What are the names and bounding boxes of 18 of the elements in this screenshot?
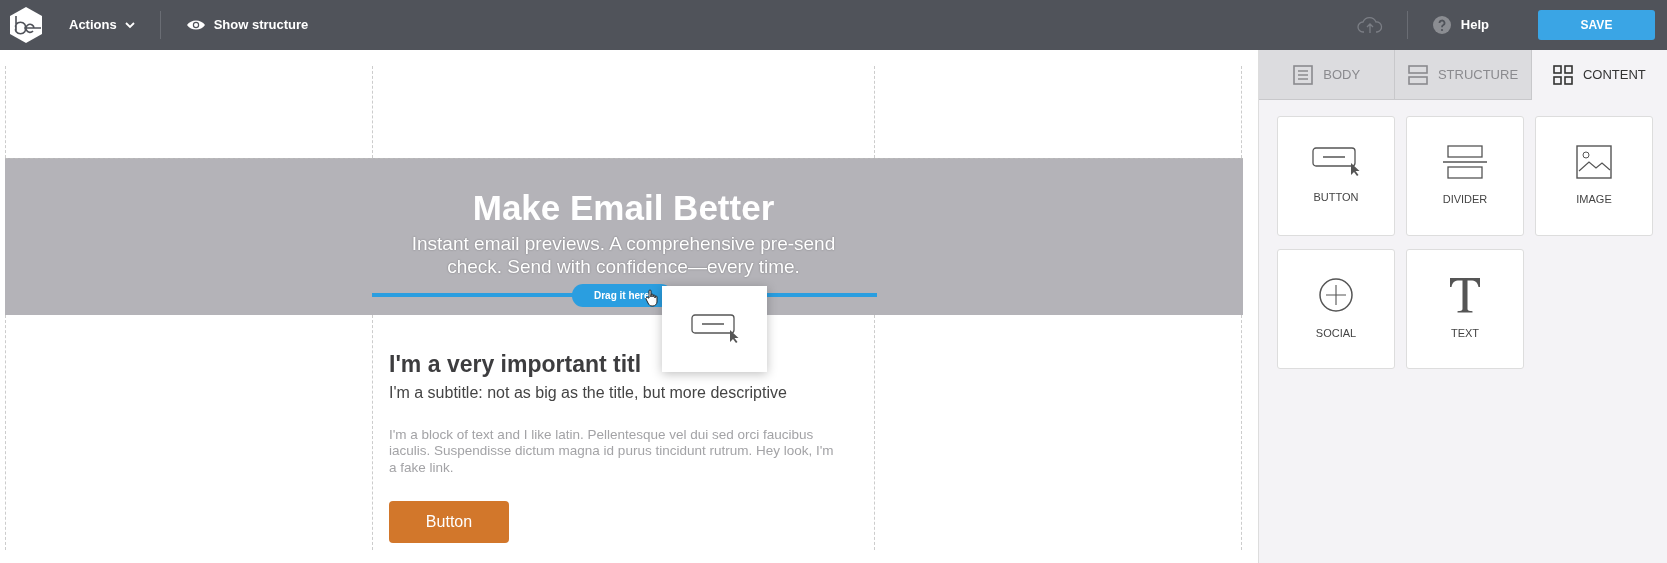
content-subtitle: I'm a subtitle: not as big as the title, but more descriptive bbox=[389, 382, 788, 403]
tile-label: DIVIDER bbox=[1442, 191, 1488, 207]
content-block-tile[interactable]: SOCIAL bbox=[1277, 249, 1395, 369]
tile-label: TEXT bbox=[1450, 325, 1480, 341]
tile-label: BUTTON bbox=[1313, 189, 1359, 205]
actions-menu[interactable]: Actions bbox=[68, 14, 136, 36]
help-link[interactable]: Help bbox=[1459, 14, 1490, 36]
content-block-tile[interactable]: BUTTON bbox=[1277, 116, 1395, 236]
content-block-tile[interactable]: DIVIDER bbox=[1406, 116, 1524, 236]
show-structure-button[interactable]: Show structure bbox=[184, 14, 310, 36]
content-title: I'm a very important titl bbox=[389, 351, 643, 379]
header-title: Make Email Better bbox=[472, 189, 775, 228]
tile-label: SOCIAL bbox=[1315, 325, 1357, 341]
header-text: Instant email previews. A comprehensive pre-send check. Send with confidence—every time. bbox=[410, 231, 837, 279]
tile-label: IMAGE bbox=[1576, 191, 1612, 207]
body-paragraph: I'm a block of text and I like latin. Pellentesque vel dui sed orci faucibus iaculis. Suspendisse dictum magna id purus tincidunt rutrum. Hey look, I'm a fake link. bbox=[389, 426, 835, 478]
content-block-tile[interactable]: IMAGE bbox=[1535, 116, 1653, 236]
content-block-tile[interactable]: TEXT bbox=[1406, 249, 1524, 369]
